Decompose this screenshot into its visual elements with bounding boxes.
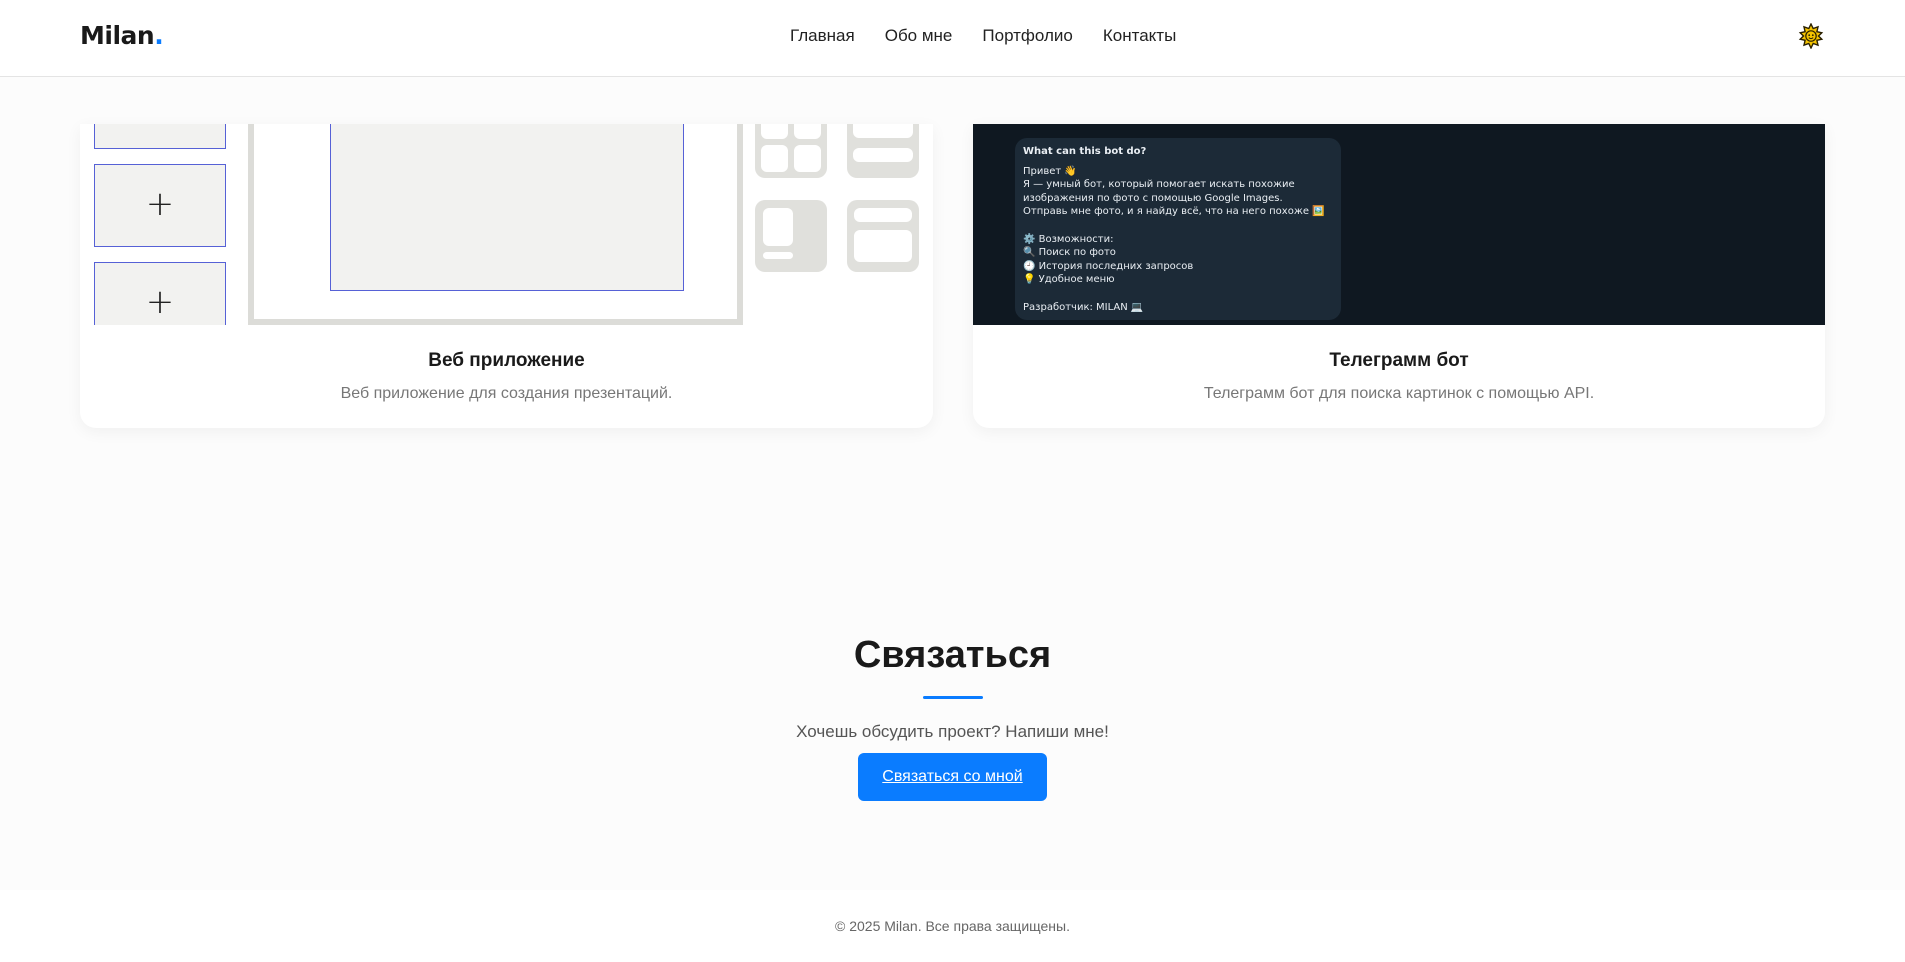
bot-text-line: изображения по фото с помощью Google Ima… bbox=[1023, 192, 1283, 204]
portfolio-card-telegram-bot[interactable]: What can this bot do? Привет 👋 Я — умный… bbox=[973, 124, 1825, 428]
bot-text-line: 🔍 Поиск по фото bbox=[1023, 247, 1116, 259]
site-footer: © 2025 Milan. Все права защищены. bbox=[0, 890, 1905, 962]
telegram-preview-image: What can this bot do? Привет 👋 Я — умный… bbox=[973, 124, 1825, 325]
slide-thumb: + bbox=[94, 262, 226, 325]
card-title: Телеграмм бот bbox=[1329, 350, 1469, 371]
card-description: Веб приложение для создания презентаций. bbox=[340, 385, 673, 402]
bot-text-line: Я — умный бот, который помогает искать п… bbox=[1023, 179, 1295, 191]
nav-portfolio[interactable]: Портфолио bbox=[982, 26, 1072, 46]
bot-text-line: ⚙️ Возможности: bbox=[1023, 233, 1114, 245]
editor-canvas bbox=[248, 124, 743, 325]
layout-image-text-icon bbox=[755, 200, 827, 272]
bot-text-line: Разработчик: MILAN 💻 bbox=[1023, 301, 1144, 313]
layout-grid-icon bbox=[755, 124, 827, 178]
bot-text-line: 💡 Удобное меню bbox=[1023, 274, 1115, 286]
editor-slide bbox=[330, 124, 684, 291]
main-nav: Главная Обо мне Портфолио Контакты bbox=[790, 26, 1176, 46]
bot-message-bubble: What can this bot do? Привет 👋 Я — умный… bbox=[1015, 138, 1341, 320]
bot-question: What can this bot do? bbox=[1023, 146, 1147, 157]
nav-about[interactable]: Обо мне bbox=[885, 26, 953, 46]
contact-me-button[interactable]: Связаться со мной bbox=[858, 753, 1047, 801]
nav-contacts[interactable]: Контакты bbox=[1103, 26, 1176, 46]
webapp-preview-image: + + bbox=[80, 124, 933, 325]
slide-thumb: + bbox=[94, 164, 226, 247]
title-underline bbox=[923, 696, 983, 699]
slide-thumb bbox=[94, 124, 226, 149]
copyright-text: © 2025 Milan. Все права защищены. bbox=[835, 918, 1070, 934]
logo-dot: . bbox=[154, 21, 164, 50]
nav-home[interactable]: Главная bbox=[790, 26, 855, 46]
sun-icon bbox=[1798, 23, 1824, 49]
bot-text-line: 🕘 История последних запросов bbox=[1023, 260, 1194, 272]
contact-title: Связаться bbox=[853, 634, 1052, 676]
bot-text-line: Привет 👋 bbox=[1023, 165, 1077, 177]
site-header: Milan. Главная Обо мне Портфолио Контакт… bbox=[0, 0, 1905, 77]
layout-split-icon bbox=[847, 200, 919, 272]
layout-rows-icon bbox=[847, 124, 919, 178]
card-title: Веб приложение bbox=[428, 350, 585, 371]
bot-text-line: Отправь мне фото, и я найду всё, что на … bbox=[1023, 206, 1325, 218]
add-slide-icon: + bbox=[145, 184, 175, 224]
add-slide-icon: + bbox=[145, 282, 175, 322]
card-description: Телеграмм бот для поиска картинок с помо… bbox=[1203, 385, 1595, 402]
logo[interactable]: Milan. bbox=[80, 21, 164, 50]
theme-toggle-button[interactable] bbox=[1797, 22, 1825, 50]
contact-text: Хочешь обсудить проект? Напиши мне! bbox=[796, 722, 1109, 741]
portfolio-card-webapp[interactable]: + + Веб приложение Веб приложение для со… bbox=[80, 124, 933, 428]
